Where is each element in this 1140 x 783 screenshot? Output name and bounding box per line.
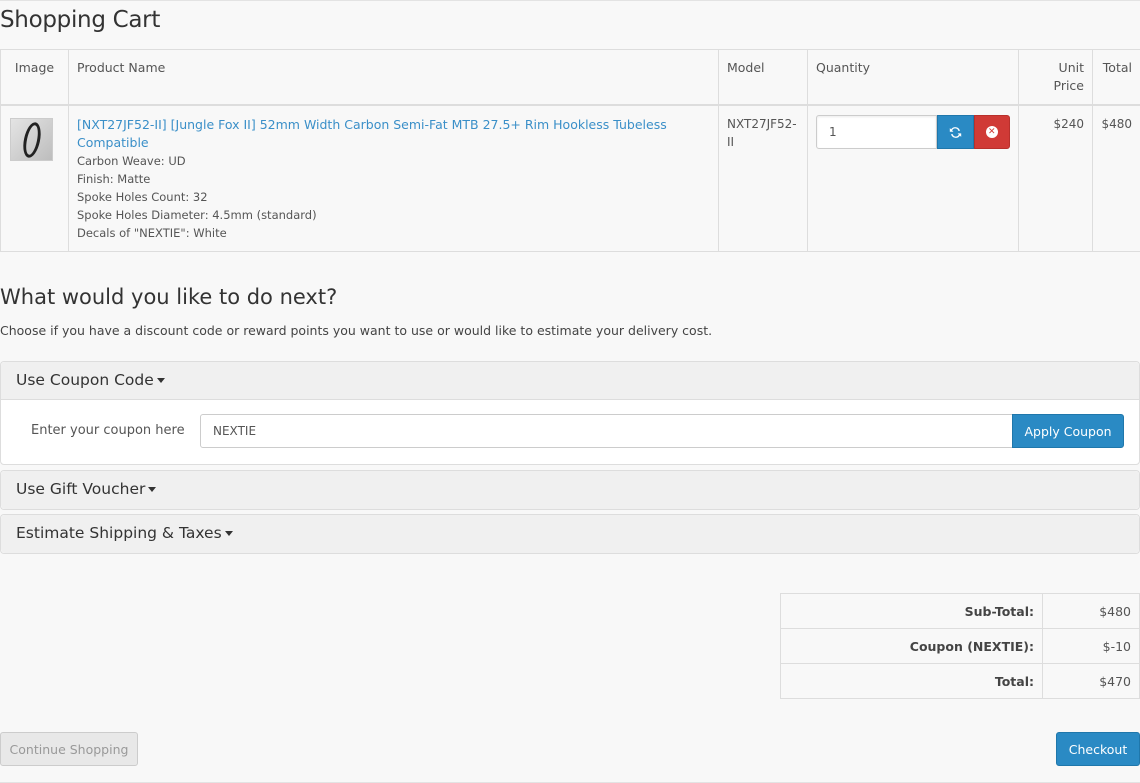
continue-shopping-button[interactable]: Continue Shopping — [0, 732, 138, 766]
product-name-cell: [NXT27JF52-II] [Jungle Fox II] 52mm Widt… — [68, 104, 719, 252]
product-name-link[interactable]: [NXT27JF52-II] [Jungle Fox II] 52mm Widt… — [77, 116, 710, 152]
subtotal-label: Sub-Total: — [780, 593, 1043, 629]
header-total: Total — [1092, 49, 1140, 106]
checkout-button[interactable]: Checkout — [1056, 732, 1140, 766]
next-steps-description: Choose if you have a discount code or re… — [0, 323, 713, 338]
coupon-label: Enter your coupon here — [31, 423, 185, 438]
totals-table: Sub-Total: $480 Coupon (NEXTIE): $-10 To… — [780, 593, 1140, 699]
product-option: Carbon Weave: UD — [77, 154, 186, 168]
quantity-group: ✕ — [816, 115, 1010, 149]
voucher-panel-heading: Use Gift Voucher — [16, 480, 146, 498]
quantity-cell: ✕ — [807, 104, 1019, 252]
product-option: Spoke Holes Count: 32 — [77, 190, 208, 204]
page-title: Shopping Cart — [0, 7, 161, 33]
subtotal-value: $480 — [1042, 593, 1140, 629]
coupon-input[interactable] — [200, 414, 1013, 448]
product-total: $480 — [1092, 104, 1140, 252]
header-model: Model — [718, 49, 808, 106]
product-thumbnail[interactable] — [10, 118, 53, 161]
coupon-panel: Use Coupon Code Enter your coupon here A… — [0, 361, 1140, 465]
top-divider — [0, 0, 1140, 1]
caret-down-icon — [156, 378, 165, 383]
rim-thumbnail-icon — [19, 120, 44, 159]
shipping-panel-heading: Estimate Shipping & Taxes — [16, 524, 222, 542]
voucher-panel: Use Gift Voucher — [0, 470, 1140, 510]
coupon-panel-toggle[interactable]: Use Coupon Code — [1, 362, 1139, 400]
refresh-icon — [949, 126, 961, 138]
table-row: [NXT27JF52-II] [Jungle Fox II] 52mm Widt… — [0, 104, 1140, 252]
header-unit-price: Unit Price — [1018, 49, 1093, 106]
voucher-panel-toggle[interactable]: Use Gift Voucher — [1, 471, 1139, 509]
table-row: Sub-Total: $480 — [780, 593, 1140, 629]
caret-down-icon — [148, 487, 157, 492]
coupon-discount-label: Coupon (NEXTIE): — [780, 628, 1043, 664]
product-unit-price: $240 — [1018, 104, 1093, 252]
coupon-panel-heading: Use Coupon Code — [16, 371, 154, 389]
product-option: Decals of "NEXTIE": White — [77, 226, 227, 240]
quantity-input[interactable] — [816, 115, 937, 149]
caret-down-icon — [224, 531, 233, 536]
coupon-panel-body: Enter your coupon here Apply Coupon — [1, 400, 1139, 464]
table-row: Coupon (NEXTIE): $-10 — [780, 628, 1140, 664]
product-model: NXT27JF52-II — [718, 104, 808, 252]
product-option: Finish: Matte — [77, 172, 151, 186]
remove-icon: ✕ — [985, 126, 998, 138]
shipping-panel: Estimate Shipping & Taxes — [0, 514, 1140, 554]
update-quantity-button[interactable] — [937, 115, 974, 149]
total-label: Total: — [780, 663, 1043, 699]
coupon-discount-value: $-10 — [1042, 628, 1140, 664]
shipping-panel-toggle[interactable]: Estimate Shipping & Taxes — [1, 515, 1139, 553]
next-steps-title: What would you like to do next? — [0, 285, 338, 309]
product-image-cell — [0, 104, 69, 252]
product-option: Spoke Holes Diameter: 4.5mm (standard) — [77, 208, 317, 222]
remove-item-button[interactable]: ✕ — [973, 115, 1010, 149]
header-product-name: Product Name — [68, 49, 719, 106]
cart-table: Image Product Name Model Quantity Unit P… — [0, 49, 1140, 252]
header-image: Image — [0, 49, 69, 106]
header-quantity: Quantity — [807, 49, 1019, 106]
table-row: Total: $470 — [780, 663, 1140, 699]
total-value: $470 — [1042, 663, 1140, 699]
cart-header-row: Image Product Name Model Quantity Unit P… — [0, 49, 1140, 106]
apply-coupon-button[interactable]: Apply Coupon — [1012, 414, 1124, 448]
